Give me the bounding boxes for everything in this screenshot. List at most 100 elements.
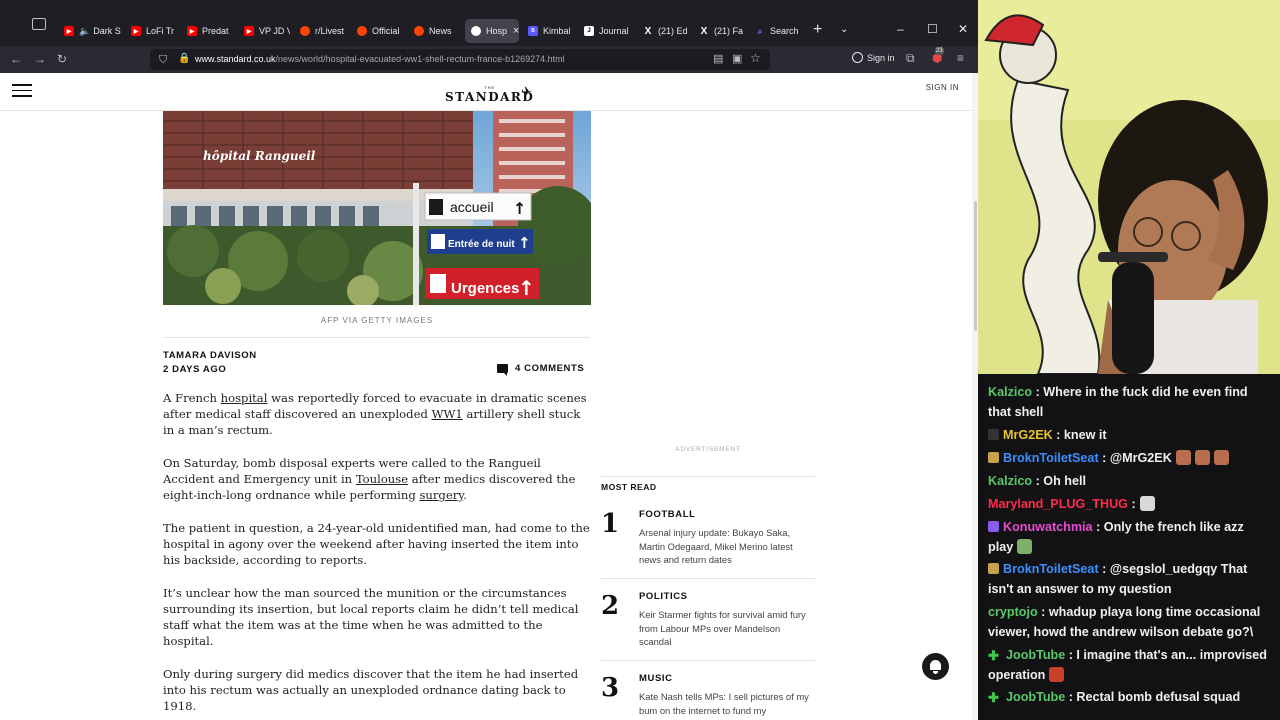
most-read-category[interactable]: POLITICS <box>639 591 688 602</box>
chat-username[interactable]: MrG2EK <box>1003 428 1053 442</box>
most-read-item[interactable]: 1 FOOTBALL Arsenal injury update: Bukayo… <box>601 509 815 591</box>
tab-x-fa[interactable]: X (21) Fa <box>699 20 743 42</box>
chat-message: Konuwatchmia : Only the french like azz … <box>988 518 1272 557</box>
tab-vp[interactable]: ▶ VP JD V <box>244 20 290 42</box>
maximize-icon[interactable]: ☐ <box>927 22 938 36</box>
sub-badge-icon <box>988 452 999 463</box>
back-arrow-icon[interactable]: ← <box>10 52 22 66</box>
author-name[interactable]: TAMARA DAVISON <box>163 350 257 361</box>
site-signin-link[interactable]: SIGN IN <box>926 83 959 92</box>
chat-username[interactable]: JoobTube <box>1006 690 1065 704</box>
link-toulouse[interactable]: Toulouse <box>356 472 408 486</box>
tab-reddit-official[interactable]: Official <box>357 20 403 42</box>
scrollbar-thumb[interactable] <box>974 201 977 331</box>
tab-lofi[interactable]: ▶ LoFi Tr <box>131 20 179 42</box>
reader-view-icon[interactable]: ▤ <box>713 52 723 66</box>
paragraph: On Saturday, bomb disposal experts were … <box>163 455 591 504</box>
most-read-category[interactable]: MUSIC <box>639 673 673 684</box>
youtube-icon: ▶ <box>131 26 141 36</box>
chat-message: ✚ JoobTube : Rectal bomb defusal squad <box>988 688 1272 708</box>
chat-username[interactable]: JoobTube <box>1006 648 1065 662</box>
mute-badge-icon <box>988 429 999 440</box>
tab-label: Dark S <box>93 26 121 36</box>
most-read-headline[interactable]: Kate Nash tells MPs: I sell pictures of … <box>639 690 815 717</box>
tab-reddit-news[interactable]: News <box>414 20 456 42</box>
url-text[interactable]: www.standard.co.uk/news/world/hospital-e… <box>195 54 565 64</box>
tab-hospital-active[interactable]: Hosp × <box>465 19 519 43</box>
browser-window: ▶ 🔈 Dark S ▶ LoFi Tr ▶ Predat ▶ VP JD V … <box>0 0 978 720</box>
tab-reddit-livest[interactable]: r/Livest <box>300 20 346 42</box>
chat-text: : Rectal bomb defusal squad <box>1065 690 1241 704</box>
new-tab-icon[interactable]: + <box>813 22 822 38</box>
stream-chat: Kalzico : Where in the fuck did he even … <box>978 374 1280 720</box>
browser-signin-button[interactable]: Sign in <box>852 52 895 63</box>
tab-dark[interactable]: ▶ 🔈 Dark S <box>64 20 122 42</box>
tab-overview-icon[interactable] <box>32 18 46 30</box>
close-window-icon[interactable]: ✕ <box>958 22 968 36</box>
webcam-feed <box>978 0 1280 374</box>
divider <box>601 578 815 579</box>
most-read-number: 2 <box>601 591 620 621</box>
minimize-icon[interactable]: – <box>897 22 904 36</box>
chat-username[interactable]: Maryland_PLUG_THUG <box>988 497 1128 511</box>
site-logo[interactable]: THE STANDARD ✈ <box>445 84 534 104</box>
chat-message: ✚ JoobTube : I imagine that's an... impro… <box>988 646 1272 685</box>
link-hospital[interactable]: hospital <box>221 391 268 405</box>
screenshot-icon[interactable]: ▣ <box>732 52 742 66</box>
chat-username[interactable]: Konuwatchmia <box>1003 520 1093 534</box>
lock-icon[interactable]: 🔒 <box>178 52 190 66</box>
text: . <box>463 488 467 503</box>
tab-search[interactable]: ⌕ Search <box>755 20 803 42</box>
tab-x-ed[interactable]: X (21) Ed <box>643 20 687 42</box>
hospital-photo: accueil ↑ Entrée de nuit ↑ Urgences ↑ hô… <box>163 111 591 305</box>
most-read-number: 3 <box>601 673 620 703</box>
microphone-graphic <box>1112 262 1154 374</box>
close-tab-icon[interactable]: × <box>513 25 519 37</box>
notification-bell-icon[interactable] <box>922 653 949 680</box>
tab-journal[interactable]: J Journal <box>584 20 628 42</box>
chat-username[interactable]: BroknToiletSeat <box>1003 562 1099 576</box>
account-icon <box>852 52 863 63</box>
menu-icon[interactable]: ≡ <box>957 51 964 65</box>
paragraph: The patient in question, a 24-year-old u… <box>163 520 590 568</box>
reload-icon[interactable]: ↻ <box>57 52 67 66</box>
bookmark-star-icon[interactable]: ☆ <box>750 51 761 65</box>
chat-text: : knew it <box>1052 428 1107 442</box>
chat-username[interactable]: Kalzico <box>988 474 1032 488</box>
chat-text: : @MrG2EK <box>1098 451 1172 465</box>
most-read-item[interactable]: 2 POLITICS Keir Starmer fights for survi… <box>601 591 815 673</box>
x-icon: X <box>700 25 708 37</box>
chat-text: : <box>1127 497 1136 511</box>
link-ww1[interactable]: WW1 <box>432 407 463 421</box>
chevron-down-icon[interactable]: ⌄ <box>840 24 848 35</box>
browser-signin-label: Sign in <box>867 52 895 63</box>
journal-icon: J <box>584 26 594 36</box>
emote-icon <box>1017 538 1033 554</box>
tab-predat[interactable]: ▶ Predat <box>187 20 231 42</box>
hamburger-menu-icon[interactable] <box>12 84 32 101</box>
paragraph: It’s unclear how the man sourced the mun… <box>163 585 579 649</box>
tab-label: (21) Fa <box>714 26 743 36</box>
most-read-headline[interactable]: Arsenal injury update: Bukayo Saka, Mart… <box>639 526 815 567</box>
link-surgery[interactable]: surgery <box>419 488 463 502</box>
tab-kimbal[interactable]: B Kimbal <box>528 20 572 42</box>
shield-icon[interactable]: ⛉ <box>159 53 167 67</box>
url-host: www.standard.co.uk <box>195 54 276 64</box>
tab-label: VP JD V <box>259 26 290 36</box>
comments-link[interactable]: 4 COMMENTS <box>497 363 584 376</box>
vip-badge-icon <box>988 521 999 532</box>
nav-toolbar: ← → ↻ ⛉ 🔒 www.standard.co.uk/news/world/… <box>0 46 978 73</box>
forward-arrow-icon[interactable]: → <box>34 52 46 66</box>
url-bar[interactable]: ⛉ 🔒 www.standard.co.uk/news/world/hospit… <box>150 49 770 70</box>
chat-message: Maryland_PLUG_THUG : <box>988 495 1272 515</box>
most-read-item[interactable]: 3 MUSIC Kate Nash tells MPs: I sell pict… <box>601 673 815 720</box>
chat-username[interactable]: BroknToiletSeat <box>1003 451 1099 465</box>
youtube-icon: ▶ <box>187 26 197 36</box>
chat-message: BroknToiletSeat : @segslol_uedgqy That i… <box>988 560 1272 599</box>
most-read-category[interactable]: FOOTBALL <box>639 509 696 520</box>
logo-bird-icon: ✈ <box>521 84 532 99</box>
chat-username[interactable]: Kalzico <box>988 385 1032 399</box>
most-read-headline[interactable]: Keir Starmer fights for survival amid fu… <box>639 608 815 649</box>
chat-username[interactable]: cryptojo <box>988 605 1038 619</box>
extensions-icon[interactable]: ⧉ <box>906 51 915 65</box>
